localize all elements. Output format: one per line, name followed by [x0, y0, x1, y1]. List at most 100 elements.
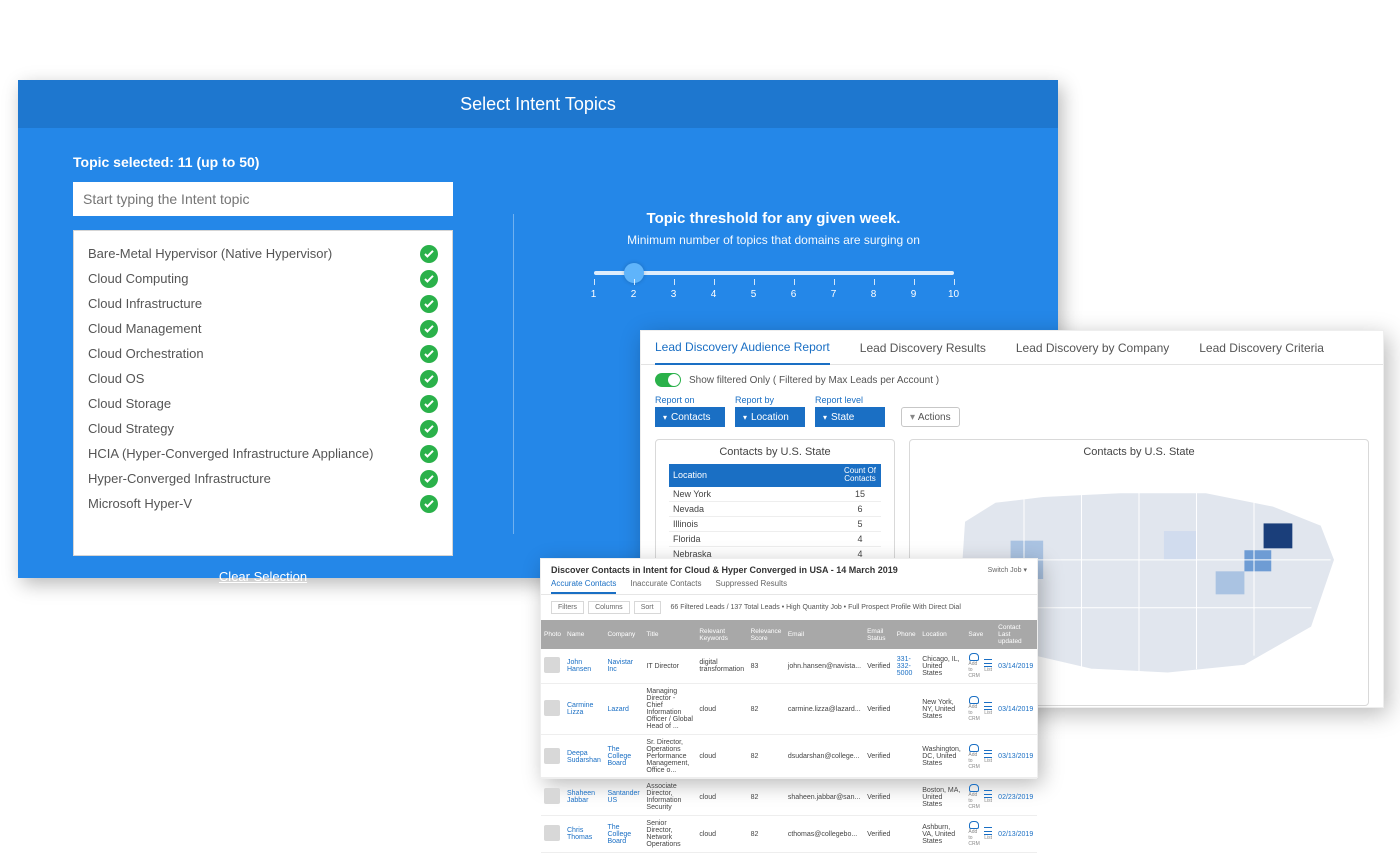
topic-item[interactable]: Cloud Storage [88, 391, 438, 416]
topic-item[interactable]: HCIA (Hyper-Converged Infrastructure App… [88, 441, 438, 466]
clear-selection-link[interactable]: Clear Selection [219, 569, 307, 584]
table-row[interactable]: Illinois5 [669, 516, 881, 531]
col-updated[interactable]: Contact Last updated [995, 620, 1037, 649]
slider-tick-label: 3 [671, 289, 677, 300]
topic-item[interactable]: Cloud Infrastructure [88, 291, 438, 316]
company-link[interactable]: The College Board [607, 746, 631, 767]
updated-link[interactable]: 03/14/2019 [998, 663, 1033, 670]
company-link[interactable]: Lazard [607, 706, 628, 713]
slider-tick-label: 10 [948, 289, 959, 300]
contact-name-link[interactable]: John Hansen [567, 659, 591, 673]
phone-link[interactable]: 331-332-5000 [897, 656, 913, 677]
table-row[interactable]: New York15 [669, 487, 881, 502]
report-tab[interactable]: Lead Discovery Criteria [1199, 331, 1324, 365]
topic-item[interactable]: Bare-Metal Hypervisor (Native Hypervisor… [88, 241, 438, 266]
cell-email: cthomas@collegebo... [785, 816, 864, 853]
col-name[interactable]: Name [564, 620, 604, 649]
topic-item[interactable]: Cloud Orchestration [88, 341, 438, 366]
table-row[interactable]: Nevada6 [669, 501, 881, 516]
col-photo[interactable]: Photo [541, 620, 564, 649]
col-keywords[interactable]: Relevant Keywords [696, 620, 747, 649]
topic-label: Cloud Computing [88, 271, 188, 286]
report-on-label: Report on [655, 395, 725, 405]
col-estatus[interactable]: Email Status [864, 620, 894, 649]
report-by-dropdown[interactable]: ▾Location [735, 407, 805, 427]
slider-tick-label: 5 [751, 289, 757, 300]
slider-tick-label: 2 [631, 289, 637, 300]
intent-topic-input[interactable] [73, 182, 453, 216]
check-icon [420, 495, 438, 513]
cell-count: 15 [839, 487, 881, 502]
contact-name-link[interactable]: Deepa Sudarshan [567, 750, 601, 764]
updated-link[interactable]: 03/13/2019 [998, 753, 1033, 760]
cell-email-status: Verified [864, 816, 894, 853]
add-to-list-button[interactable]: List [984, 659, 992, 673]
topic-label: HCIA (Hyper-Converged Infrastructure App… [88, 446, 373, 461]
report-tab[interactable]: Lead Discovery Results [860, 331, 986, 365]
switch-job-dropdown[interactable]: Switch Job ▾ [988, 566, 1027, 574]
contact-name-link[interactable]: Shaheen Jabbar [567, 790, 595, 804]
list-icon [984, 702, 992, 710]
col-company[interactable]: Company [604, 620, 643, 649]
updated-link[interactable]: 02/13/2019 [998, 831, 1033, 838]
company-link[interactable]: Navistar Inc [607, 659, 633, 673]
filters-button[interactable]: Filters [551, 601, 584, 614]
list-icon [984, 659, 992, 667]
col-email[interactable]: Email [785, 620, 864, 649]
topic-item[interactable]: Cloud OS [88, 366, 438, 391]
check-icon [420, 395, 438, 413]
list-icon [984, 790, 992, 798]
threshold-slider[interactable] [594, 271, 954, 275]
add-to-crm-button[interactable]: Add to CRM [968, 696, 980, 722]
add-to-list-button[interactable]: List [984, 790, 992, 804]
cloud-icon [969, 653, 979, 661]
threshold-subtitle: Minimum number of topics that domains ar… [544, 233, 1003, 247]
topic-item[interactable]: Cloud Computing [88, 266, 438, 291]
report-level-dropdown[interactable]: ▾State [815, 407, 885, 427]
report-tab[interactable]: Lead Discovery by Company [1016, 331, 1169, 365]
topic-item[interactable]: Cloud Management [88, 316, 438, 341]
updated-link[interactable]: 02/23/2019 [998, 794, 1033, 801]
actions-dropdown[interactable]: ▾ Actions [901, 407, 960, 427]
cell-title: Managing Director - Chief Information Of… [643, 684, 696, 735]
topic-item[interactable]: Microsoft Hyper-V [88, 491, 438, 516]
cell-location: Chicago, IL, United States [919, 649, 965, 684]
add-to-list-button[interactable]: List [984, 750, 992, 764]
cell-title: Sr. Director, Operations Performance Man… [643, 735, 696, 779]
contacts-panel-title: Discover Contacts in Intent for Cloud & … [551, 565, 898, 575]
cell-keywords: cloud [696, 684, 747, 735]
contact-name-link[interactable]: Carmine Lizza [567, 702, 593, 716]
columns-button[interactable]: Columns [588, 601, 630, 614]
topic-item[interactable]: Cloud Strategy [88, 416, 438, 441]
slider-tick-label: 1 [591, 289, 597, 300]
contacts-tab[interactable]: Inaccurate Contacts [630, 579, 701, 594]
updated-link[interactable]: 03/14/2019 [998, 706, 1033, 713]
contacts-tab[interactable]: Accurate Contacts [551, 579, 616, 594]
col-title[interactable]: Title [643, 620, 696, 649]
sort-button[interactable]: Sort [634, 601, 661, 614]
add-to-list-button[interactable]: List [984, 827, 992, 841]
add-to-list-button[interactable]: List [984, 702, 992, 716]
add-to-crm-button[interactable]: Add to CRM [968, 653, 980, 679]
col-save[interactable]: Save [965, 620, 995, 649]
add-to-crm-button[interactable]: Add to CRM [968, 821, 980, 847]
topic-item[interactable]: Hyper-Converged Infrastructure [88, 466, 438, 491]
contact-name-link[interactable]: Chris Thomas [567, 827, 592, 841]
check-icon [420, 420, 438, 438]
add-to-crm-button[interactable]: Add to CRM [968, 744, 980, 770]
avatar [544, 657, 560, 673]
col-location[interactable]: Location [919, 620, 965, 649]
col-score[interactable]: Relevance Score [748, 620, 785, 649]
contacts-tab[interactable]: Suppressed Results [716, 579, 788, 594]
report-on-dropdown[interactable]: ▾Contacts [655, 407, 725, 427]
check-icon [420, 345, 438, 363]
table-row[interactable]: Florida4 [669, 531, 881, 546]
company-link[interactable]: The College Board [607, 824, 631, 845]
show-filtered-toggle[interactable] [655, 373, 681, 387]
company-link[interactable]: Santander US [607, 790, 639, 804]
col-phone[interactable]: Phone [894, 620, 919, 649]
report-tab[interactable]: Lead Discovery Audience Report [655, 331, 830, 365]
table-row: Deepa Sudarshan The College Board Sr. Di… [541, 735, 1037, 779]
add-to-crm-button[interactable]: Add to CRM [968, 784, 980, 810]
check-icon [420, 370, 438, 388]
